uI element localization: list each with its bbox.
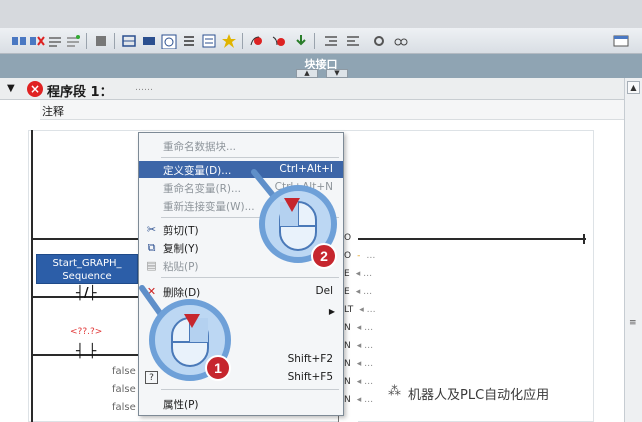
operand-placeholder[interactable]: <??.?> bbox=[70, 327, 102, 337]
pin[interactable]: N ◂ … bbox=[344, 341, 373, 351]
watermark: 机器人及PLC自动化应用 bbox=[408, 388, 550, 403]
paste-icon: ▤ bbox=[146, 259, 157, 272]
toolbar-separator bbox=[314, 33, 315, 49]
list-format-icon[interactable] bbox=[180, 32, 198, 50]
insert-column-icon[interactable] bbox=[64, 32, 82, 50]
expand-down-icon[interactable]: ▼ bbox=[326, 69, 348, 78]
network-title-placeholder[interactable]: …… bbox=[135, 83, 153, 93]
insert-list-icon[interactable] bbox=[200, 32, 218, 50]
copy-icon: ⧉ bbox=[147, 241, 156, 254]
toolbar-separator bbox=[114, 33, 115, 49]
favorites-icon[interactable] bbox=[220, 32, 238, 50]
network-title: 程序段 1： bbox=[47, 85, 113, 100]
network-header[interactable]: ▼ × 程序段 1： …… bbox=[0, 78, 624, 100]
block-name-line1: Start_GRAPH_ bbox=[52, 258, 122, 269]
insert-network-icon[interactable] bbox=[10, 32, 28, 50]
power-rail bbox=[31, 130, 33, 422]
block-interface-title: 块接口 bbox=[304, 58, 338, 71]
menu-separator bbox=[161, 389, 339, 390]
normally-closed-contact[interactable]: ┤/├ bbox=[76, 286, 96, 301]
scroll-up-icon[interactable]: ▲ bbox=[627, 81, 640, 94]
block-name-tag[interactable]: Start_GRAPH_ Sequence bbox=[36, 254, 138, 284]
normally-open-contact[interactable]: ┤ ├ bbox=[76, 344, 96, 359]
pin[interactable]: N ◂ … bbox=[344, 323, 373, 333]
error-jump-icon[interactable] bbox=[270, 32, 288, 50]
block-interface-bar[interactable]: 块接口 ▲ ▼ bbox=[0, 54, 642, 78]
window-layout-icon[interactable] bbox=[612, 32, 630, 50]
mouse-callout-1: 1 bbox=[139, 285, 231, 381]
submenu-arrow-icon: ▶ bbox=[328, 307, 335, 316]
settings-icon[interactable] bbox=[370, 32, 388, 50]
menu-separator bbox=[161, 277, 339, 278]
download-icon[interactable] bbox=[292, 32, 310, 50]
jump-icon[interactable] bbox=[248, 32, 266, 50]
glasses-icon[interactable] bbox=[392, 32, 410, 50]
wechat-icon: ⁂ bbox=[388, 384, 401, 399]
param-value[interactable]: false bbox=[112, 402, 136, 413]
callout-badge-1: 1 bbox=[214, 360, 222, 376]
insert-row-icon[interactable] bbox=[46, 32, 64, 50]
scissors-icon: ✂ bbox=[146, 223, 157, 236]
block-name-line2: Sequence bbox=[62, 271, 112, 282]
menu-item-rename-block[interactable]: 重命名数据块... bbox=[139, 137, 343, 154]
indent-icon[interactable] bbox=[322, 32, 340, 50]
collapse-network-icon[interactable]: ▼ bbox=[7, 83, 15, 94]
toolbar-separator bbox=[86, 33, 87, 49]
menu-item-properties[interactable]: 属性(P) bbox=[139, 395, 343, 412]
editor-toolbar bbox=[0, 28, 642, 54]
callout-badge-2: 2 bbox=[320, 248, 328, 264]
abs-operand-icon[interactable] bbox=[120, 32, 138, 50]
network-comment: 注释 bbox=[42, 105, 64, 118]
vertical-scrollbar[interactable]: ▲ ≡ bbox=[624, 78, 642, 422]
param-value[interactable]: false bbox=[112, 384, 136, 395]
delete-network-icon[interactable] bbox=[28, 32, 46, 50]
symbolic-operand-icon[interactable] bbox=[140, 32, 158, 50]
scroll-grip-icon[interactable]: ≡ bbox=[629, 318, 637, 328]
network-comment-box[interactable] bbox=[40, 100, 624, 120]
comment-toggle-icon[interactable] bbox=[160, 32, 178, 50]
outdent-icon[interactable] bbox=[344, 32, 362, 50]
menu-separator bbox=[161, 157, 339, 158]
pin[interactable]: N ◂ … bbox=[344, 377, 373, 387]
title-band bbox=[0, 0, 642, 28]
mouse-callout-2: 2 bbox=[251, 169, 337, 269]
coil-end bbox=[583, 234, 585, 244]
pin[interactable]: N ◂ … bbox=[344, 359, 373, 369]
toolbar-separator bbox=[242, 33, 243, 49]
pin[interactable]: N ◂ … bbox=[344, 395, 373, 405]
error-icon: × bbox=[27, 81, 43, 97]
pin[interactable]: LT ◂ … bbox=[344, 305, 376, 315]
network-comment-row[interactable]: 注释 bbox=[0, 100, 624, 120]
pin[interactable]: E ◂ … bbox=[344, 287, 372, 297]
monitor-icon[interactable] bbox=[92, 32, 110, 50]
collapse-up-icon[interactable]: ▲ bbox=[296, 69, 318, 78]
param-value[interactable]: false bbox=[112, 366, 136, 377]
